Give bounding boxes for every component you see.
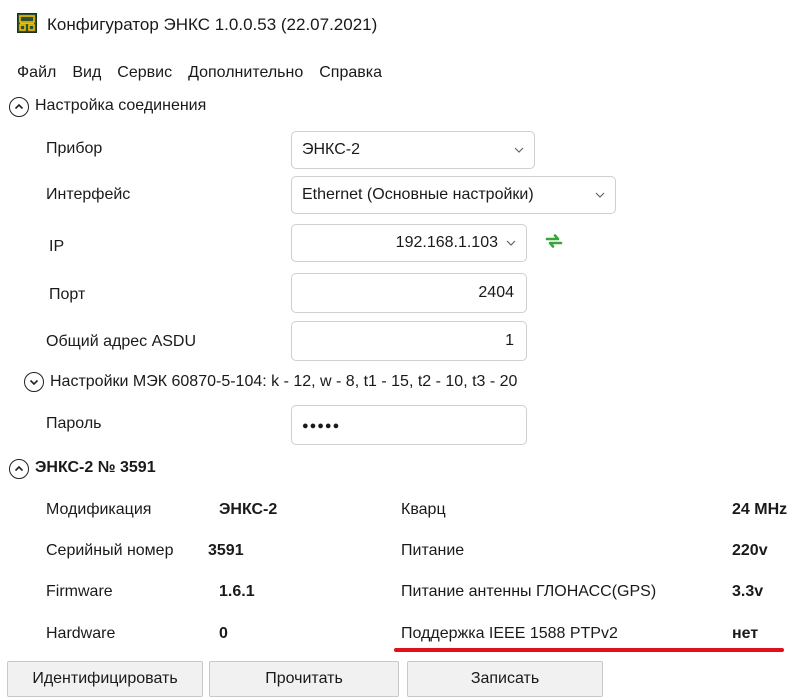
- device-select[interactable]: ЭНКС-2: [291, 131, 535, 169]
- password-label: Пароль: [46, 415, 102, 432]
- chevron-down-icon: [595, 192, 605, 198]
- port-label: Порт: [49, 286, 86, 303]
- read-button[interactable]: Прочитать: [209, 661, 399, 697]
- firmware-value: 1.6.1: [219, 583, 255, 600]
- quartz-label: Кварц: [401, 501, 446, 518]
- gnss-antenna-power-value: 3.3v: [732, 583, 764, 600]
- chevron-down-icon: [506, 240, 516, 246]
- power-label: Питание: [401, 542, 465, 559]
- ptp-support-label: Поддержка IEEE 1588 PTPv2: [401, 625, 618, 642]
- ethernet-switch-icon: [17, 13, 37, 33]
- asdu-label: Общий адрес ASDU: [46, 333, 197, 350]
- ptp-support-value: нет: [732, 625, 759, 642]
- password-input[interactable]: ●●●●●: [291, 405, 527, 445]
- menu-help[interactable]: Справка: [303, 62, 382, 86]
- connection-section-title: Настройка соединения: [35, 97, 207, 114]
- ip-select[interactable]: 192.168.1.103: [291, 224, 527, 262]
- menu-service[interactable]: Сервис: [101, 62, 172, 86]
- title-bar: Конфигуратор ЭНКС 1.0.0.53 (22.07.2021): [0, 0, 803, 52]
- serial-number-value: 3591: [208, 542, 244, 559]
- collapse-device-chevron-up-icon[interactable]: [9, 459, 29, 479]
- window-title: Конфигуратор ЭНКС 1.0.0.53 (22.07.2021): [47, 15, 378, 34]
- serial-number-label: Серийный номер: [46, 542, 174, 559]
- modification-value: ЭНКС-2: [219, 501, 278, 518]
- menu-additional[interactable]: Дополнительно: [172, 62, 303, 86]
- iec-settings-summary: Настройки МЭК 60870-5-104: k - 12, w - 8…: [50, 373, 518, 390]
- device-select-value: ЭНКС-2: [302, 141, 360, 158]
- hardware-value: 0: [219, 625, 228, 642]
- menu-view[interactable]: Вид: [56, 62, 101, 86]
- menu-file[interactable]: Файл: [0, 62, 56, 86]
- ip-label: IP: [49, 238, 65, 255]
- interface-select[interactable]: Ethernet (Основные настройки): [291, 176, 616, 214]
- interface-label: Интерфейс: [46, 186, 131, 203]
- modification-label: Модификация: [46, 501, 152, 518]
- identify-button[interactable]: Идентифицировать: [7, 661, 203, 697]
- collapse-connection-chevron-up-icon[interactable]: [9, 97, 29, 117]
- gnss-antenna-power-label: Питание антенны ГЛОНАСС(GPS): [401, 583, 657, 600]
- port-input[interactable]: 2404: [291, 273, 527, 313]
- device-section-title: ЭНКС-2 № 3591: [35, 459, 156, 476]
- refresh-arrows-icon[interactable]: [543, 230, 565, 252]
- ptp-support-highlight-underline: [394, 648, 784, 652]
- quartz-value: 24 MHz: [732, 501, 788, 518]
- write-button[interactable]: Записать: [407, 661, 603, 697]
- firmware-label: Firmware: [46, 583, 113, 600]
- ip-select-value: 192.168.1.103: [395, 234, 498, 251]
- hardware-label: Hardware: [46, 625, 116, 642]
- chevron-down-icon: [514, 147, 524, 153]
- interface-select-value: Ethernet (Основные настройки): [302, 186, 534, 203]
- power-value: 220v: [732, 542, 768, 559]
- asdu-input[interactable]: 1: [291, 321, 527, 361]
- menu-bar: Файл Вид Сервис Дополнительно Справка: [0, 62, 382, 86]
- expand-iec-chevron-down-icon[interactable]: [24, 372, 44, 392]
- device-label: Прибор: [46, 140, 103, 157]
